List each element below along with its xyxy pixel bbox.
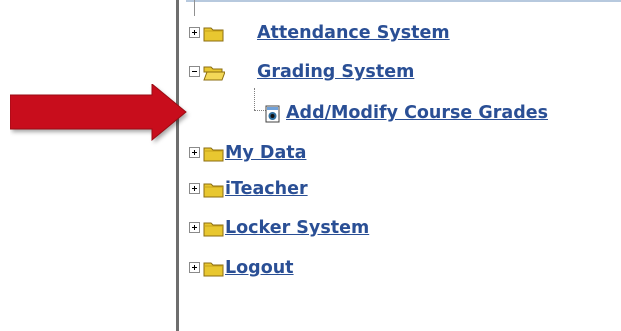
folder-icon xyxy=(203,147,224,162)
plus-icon[interactable] xyxy=(189,262,200,273)
folder-icon xyxy=(203,222,224,237)
tree-connector-top xyxy=(194,0,195,16)
plus-icon[interactable] xyxy=(189,27,200,38)
nav-item-attendance-system[interactable]: Attendance System xyxy=(0,22,621,46)
page-icon xyxy=(265,105,280,123)
top-rule xyxy=(186,0,621,2)
folder-icon xyxy=(203,27,224,42)
plus-icon[interactable] xyxy=(189,183,200,194)
nav-item-label[interactable]: Attendance System xyxy=(257,23,450,43)
nav-item-label[interactable]: Logout xyxy=(225,258,294,278)
minus-icon[interactable] xyxy=(189,66,200,77)
nav-item-label[interactable]: iTeacher xyxy=(225,179,308,199)
folder-icon xyxy=(203,183,224,198)
folder-icon xyxy=(203,262,224,277)
nav-item-my-data[interactable]: My Data xyxy=(0,142,621,166)
plus-icon[interactable] xyxy=(189,222,200,233)
nav-item-label[interactable]: Locker System xyxy=(225,218,369,238)
nav-item-logout[interactable]: Logout xyxy=(0,257,621,281)
nav-subitem-add-modify-course-grades[interactable]: Add/Modify Course Grades xyxy=(0,102,621,126)
nav-item-label[interactable]: Grading System xyxy=(257,62,414,82)
nav-subitem-label[interactable]: Add/Modify Course Grades xyxy=(286,103,548,123)
nav-item-label[interactable]: My Data xyxy=(225,143,306,163)
nav-item-locker-system[interactable]: Locker System xyxy=(0,217,621,241)
folder-open-icon xyxy=(203,66,225,81)
nav-item-iteacher[interactable]: iTeacher xyxy=(0,178,621,202)
nav-item-grading-system[interactable]: Grading System xyxy=(0,61,621,85)
plus-icon[interactable] xyxy=(189,147,200,158)
